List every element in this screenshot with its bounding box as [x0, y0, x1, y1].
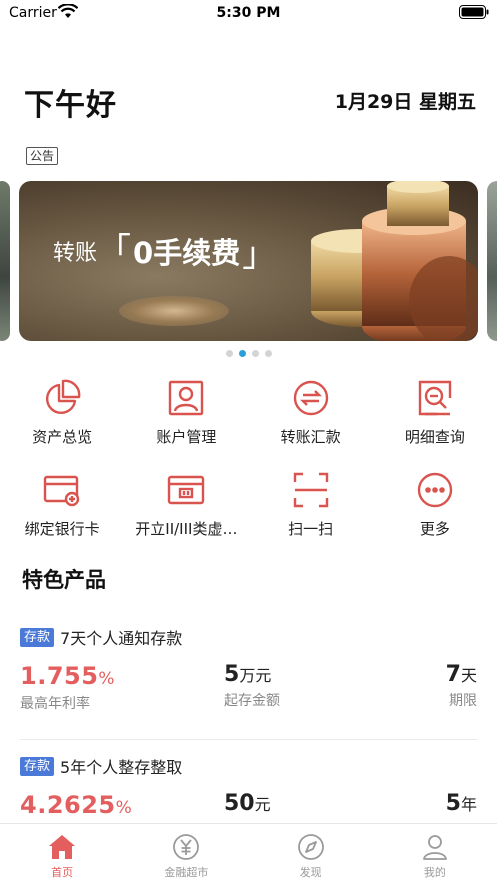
rate-value: 1.755 — [20, 662, 99, 690]
carousel-dot-active[interactable] — [238, 350, 246, 357]
min-amount-unit: 元 — [254, 795, 271, 814]
min-amount-value: 5 — [224, 662, 240, 687]
carousel-dot[interactable] — [251, 350, 259, 357]
service-label: 资产总览 — [32, 428, 93, 446]
service-label: 开立II/III类虚… — [135, 520, 238, 538]
rate-column: 4.2625% — [20, 791, 132, 819]
carousel-dot[interactable] — [264, 350, 272, 357]
banner-bracket-close: 」 — [242, 235, 277, 275]
service-open-virtual-account[interactable]: 开立II/III类虚… — [124, 470, 248, 562]
more-icon — [417, 472, 453, 508]
min-amount-label: 起存金额 — [224, 693, 280, 709]
service-label: 明细查询 — [404, 428, 465, 446]
compass-icon — [297, 834, 324, 860]
greeting-title: 下午好 — [24, 88, 117, 123]
carousel-dot[interactable] — [225, 350, 233, 357]
product-tag: 存款 — [20, 756, 55, 776]
service-label: 账户管理 — [156, 428, 217, 446]
banner-prefix: 转账 — [53, 241, 98, 266]
bind-card-icon — [43, 475, 80, 507]
account-icon — [169, 380, 204, 416]
min-amount-value: 50 — [224, 791, 255, 816]
service-bind-card[interactable]: 绑定银行卡 — [0, 470, 124, 562]
tab-finance-market[interactable]: 金融超市 — [124, 824, 248, 883]
user-icon — [422, 835, 447, 860]
product-name: 7天个人通知存款 — [60, 629, 183, 648]
service-scan[interactable]: 扫一扫 — [249, 470, 373, 562]
battery-icon — [459, 5, 489, 19]
service-label: 扫一扫 — [288, 520, 334, 538]
banner-highlight: 0手续费 — [133, 236, 241, 270]
term-label: 期限 — [449, 693, 477, 709]
min-amount-column: 50元 — [224, 791, 271, 816]
featured-products-title: 特色产品 — [22, 568, 106, 592]
term-value: 5 — [445, 791, 461, 816]
min-amount-column: 5万元 起存金额 — [224, 662, 280, 710]
service-transfer[interactable]: 转账汇款 — [249, 378, 373, 470]
service-more[interactable]: 更多 — [373, 470, 497, 562]
service-detail-query[interactable]: 明细查询 — [373, 378, 497, 470]
service-label: 绑定银行卡 — [24, 520, 100, 538]
yuan-icon — [173, 834, 200, 860]
tab-label: 金融超市 — [164, 866, 209, 879]
scan-icon — [293, 472, 328, 508]
product-card[interactable]: 存款 7天个人通知存款 1.755% 最高年利率 5万元 起存金额 7天 期限 — [20, 626, 477, 716]
date-label: 1月29日 星期五 — [334, 91, 476, 113]
service-grid: 资产总览 账户管理 转账汇款 明细查询 绑定银行卡 开立II/III类虚… 扫一… — [0, 378, 497, 562]
tab-home[interactable]: 首页 — [0, 824, 124, 883]
rate-value: 4.2625 — [20, 791, 116, 819]
rate-label: 最高年利率 — [20, 696, 90, 712]
rate-unit: % — [98, 669, 116, 689]
term-unit: 年 — [460, 795, 477, 814]
tab-label: 发现 — [299, 866, 322, 879]
banner-next-peek[interactable] — [487, 181, 497, 341]
term-value: 7 — [445, 662, 461, 687]
min-amount-unit: 万元 — [239, 666, 272, 685]
transfer-icon — [293, 380, 328, 416]
status-bar: Carrier 5:30 PM — [0, 0, 497, 26]
notice-badge[interactable]: 公告 — [26, 147, 59, 165]
term-column: 7天 期限 — [446, 662, 477, 710]
product-tag: 存款 — [20, 627, 55, 647]
virtual-card-icon — [168, 475, 205, 505]
term-unit: 天 — [460, 666, 477, 685]
carousel-indicator — [0, 350, 497, 357]
service-label: 转账汇款 — [280, 428, 341, 446]
product-divider — [20, 739, 477, 740]
service-label: 更多 — [419, 520, 450, 538]
term-column: 5年 — [446, 791, 477, 816]
rate-unit: % — [115, 798, 133, 818]
rate-column: 1.755% 最高年利率 — [20, 662, 115, 713]
promo-banner[interactable]: 转账 「 0手续费 」 — [19, 181, 478, 341]
banner-headline: 转账 「 0手续费 」 — [53, 230, 276, 272]
banner-bracket-open: 「 — [97, 231, 132, 271]
product-name: 5年个人整存整取 — [60, 758, 183, 777]
pie-chart-icon — [46, 379, 81, 414]
tab-label: 我的 — [423, 866, 446, 879]
service-account-manage[interactable]: 账户管理 — [124, 378, 248, 470]
status-time: 5:30 PM — [216, 5, 281, 21]
tab-discover[interactable]: 发现 — [249, 824, 373, 883]
detail-search-icon — [418, 380, 452, 416]
tab-mine[interactable]: 我的 — [373, 824, 497, 883]
banner-prev-peek[interactable] — [0, 181, 10, 341]
service-asset-overview[interactable]: 资产总览 — [0, 378, 124, 470]
home-icon — [49, 835, 76, 859]
bottom-tab-bar: 首页 金融超市 发现 我的 — [0, 823, 497, 883]
tab-label: 首页 — [51, 866, 74, 879]
